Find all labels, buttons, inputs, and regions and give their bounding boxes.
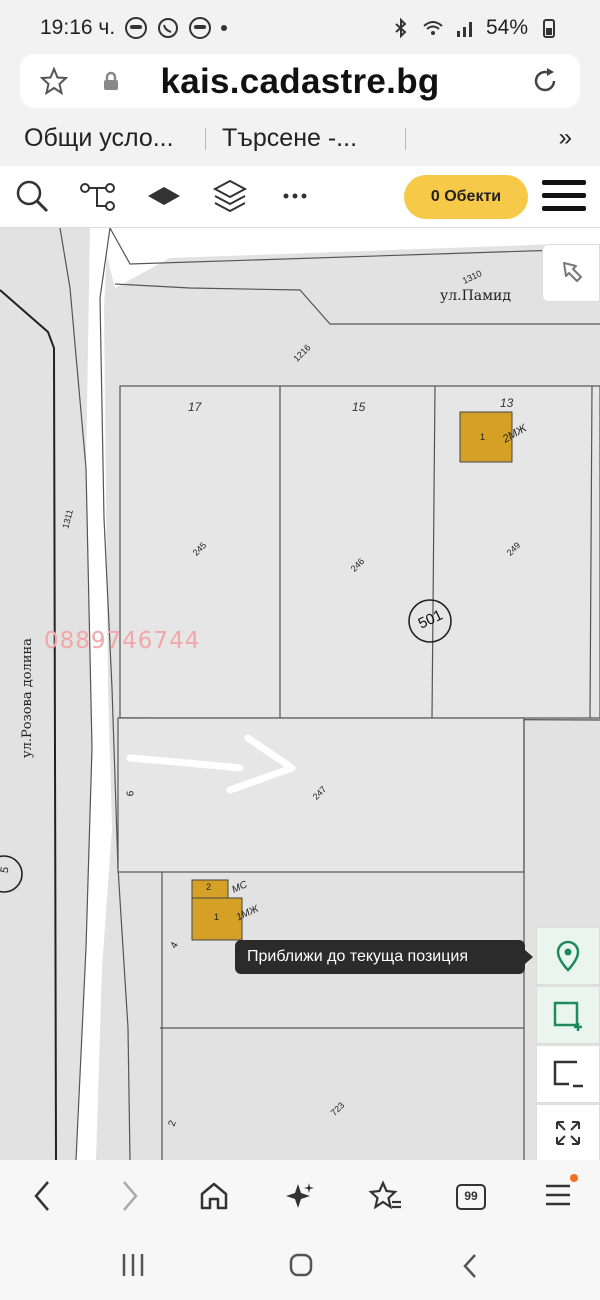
parcel-label-6: 6: [125, 790, 137, 797]
parcel-label-15: 15: [352, 400, 366, 414]
url-text[interactable]: kais.cadastre.bg: [20, 62, 580, 102]
building-label-2: 2: [206, 882, 212, 892]
street-label-pamid: ул.Памид: [440, 288, 511, 304]
building-label-1: 1: [480, 432, 486, 442]
system-nav-bar: [0, 1232, 600, 1300]
mask-icon-2: [189, 17, 212, 39]
battery-icon: [543, 19, 555, 38]
zoom-in-rectangle-button[interactable]: [536, 986, 600, 1044]
recent-apps-icon[interactable]: [120, 1252, 146, 1278]
cadastral-map[interactable]: ул.Памид 1310 1216 17 15 13 1 2МЖ 1311 2…: [0, 228, 600, 1160]
locate-tooltip: Приближи до текуща позиция: [235, 940, 533, 974]
mask-icon: [125, 17, 148, 39]
browser-bottom-nav: 99: [0, 1160, 600, 1232]
building-label-1b: 1: [214, 912, 220, 922]
home-circle-icon[interactable]: [288, 1252, 314, 1278]
sparkle-icon[interactable]: [284, 1180, 316, 1212]
parcel-label-13: 13: [500, 396, 514, 410]
status-left: 19:16 ч.: [40, 16, 228, 40]
search-icon[interactable]: [14, 178, 50, 214]
battery-percent: 54%: [485, 16, 528, 39]
zoom-out-rectangle-icon: [553, 1060, 583, 1088]
reload-icon[interactable]: [530, 66, 560, 96]
zoom-rectangle-icon: [553, 1001, 582, 1031]
layer-icon[interactable]: [146, 184, 182, 210]
wifi-icon: [423, 21, 443, 35]
map-toolbar: 0 Обекти: [0, 166, 600, 228]
status-right: 54%: [390, 16, 560, 40]
zoom-out-rectangle-button[interactable]: [536, 1045, 600, 1103]
more-bookmarks-button[interactable]: »: [559, 124, 572, 152]
forward-icon[interactable]: [118, 1178, 142, 1214]
full-extent-button[interactable]: [536, 1104, 600, 1160]
bookmark-terms[interactable]: Общи усло...: [24, 124, 174, 153]
status-time: 19:16 ч.: [40, 16, 116, 39]
layers-stack-icon[interactable]: [212, 178, 248, 214]
tabs-button[interactable]: 99: [456, 1184, 486, 1210]
objects-button[interactable]: 0 Обекти: [404, 175, 528, 219]
pan-button[interactable]: [542, 244, 600, 302]
system-back-icon[interactable]: [460, 1252, 480, 1280]
address-bar[interactable]: kais.cadastre.bg: [20, 54, 580, 108]
menu-notification-dot: [570, 1174, 578, 1182]
arrow-pointer-icon: [563, 262, 582, 282]
bookmarks-bar: Общи усло... Търсене -... »: [0, 114, 600, 164]
back-icon[interactable]: [30, 1178, 54, 1214]
status-bar: 19:16 ч. 54%: [0, 0, 600, 56]
bookmark-separator-2: [405, 128, 406, 150]
route-icon[interactable]: [80, 182, 116, 212]
parcel-label-17: 17: [188, 400, 202, 414]
locate-button[interactable]: [536, 927, 600, 985]
more-icon[interactable]: [282, 192, 308, 200]
bookmark-star-icon[interactable]: [368, 1180, 402, 1212]
bookmark-separator: [205, 128, 206, 150]
location-pin-icon: [556, 940, 580, 972]
whatsapp-icon: [158, 18, 179, 38]
home-icon[interactable]: [198, 1180, 230, 1212]
bluetooth-icon: [395, 17, 407, 39]
browser-menu-icon[interactable]: [544, 1182, 572, 1208]
parcel-layer[interactable]: [0, 228, 600, 1160]
bookmark-search[interactable]: Търсене -...: [222, 124, 357, 153]
browser-window: 19:16 ч. 54% kais.cadastre.bg Общи усло.…: [0, 0, 600, 1300]
signal-icon: [456, 22, 472, 37]
street-label-rozova-dolina: ул.Розова долина: [20, 638, 35, 758]
menu-icon[interactable]: [542, 180, 586, 214]
phone-watermark: 0889746744: [44, 628, 201, 654]
expand-icon: [556, 1121, 580, 1145]
notification-dot: [221, 25, 228, 31]
